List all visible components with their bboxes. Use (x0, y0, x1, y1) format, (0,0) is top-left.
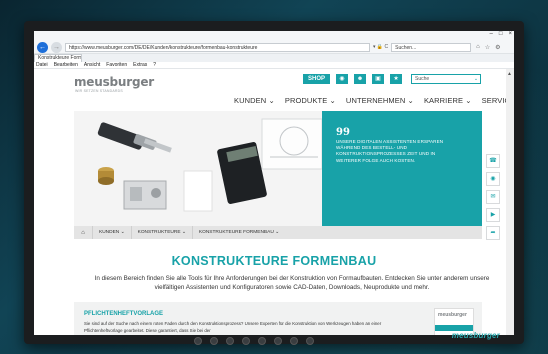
browser-search-input[interactable]: Suchen... (391, 42, 472, 52)
cart-icon[interactable]: ▣ (372, 74, 385, 84)
nav-item-unternehmen[interactable]: UNTERNEHMEN ⌄ (346, 96, 414, 105)
thumbnail-logo: meusburger (438, 312, 467, 318)
minimize-button[interactable]: – (490, 31, 493, 37)
menu-item-help[interactable]: ? (153, 62, 156, 68)
breadcrumb-item-kunden[interactable]: KUNDEN ⌄ (92, 226, 131, 239)
address-bar-row: ← → https://www.meusburger.com/DE/DE/Kun… (34, 41, 514, 54)
shop-button[interactable]: SHOP (303, 74, 331, 84)
monitor-frame: – □ × ← → https://www.meusburger.com/DE/… (24, 21, 524, 345)
nav-item-produkte[interactable]: PRODUKTE ⌄ (285, 96, 336, 105)
site-logo[interactable]: meusburger (74, 75, 154, 89)
chevron-down-icon: ⌄ (473, 76, 479, 82)
monitor-button[interactable] (226, 337, 234, 345)
menu-item-view[interactable]: Ansicht (84, 62, 100, 68)
mail-icon[interactable]: ✉ (486, 190, 500, 204)
browser-tab[interactable]: Konstrukteure Formenbau (34, 54, 82, 62)
nav-item-karriere[interactable]: KARRIERE ⌄ (424, 96, 472, 105)
page-scrollbar[interactable]: ▲ (506, 69, 514, 335)
hero-banner: 99 UNSERE DIGITALEN ASSISTENTEN ERSPAREN… (74, 111, 482, 226)
menu-item-favorites[interactable]: Favoriten (106, 62, 127, 68)
hero-quote-text: UNSERE DIGITALEN ASSISTENTEN ERSPAREN WÄ… (336, 139, 444, 163)
header-tools: SHOP ◉ ☻ ▣ ★ Suche ⌄ (303, 74, 482, 84)
scroll-up-icon[interactable]: ▲ (507, 71, 512, 77)
hero-quote-panel: 99 UNSERE DIGITALEN ASSISTENTEN ERSPAREN… (322, 111, 482, 226)
page-title: KONSTRUKTEURE FORMENBAU (171, 254, 377, 268)
site-search-placeholder: Suche (415, 76, 430, 82)
site-search-input[interactable]: Suche ⌄ (411, 74, 482, 84)
home-icon[interactable]: ⌂ (476, 44, 480, 50)
forward-arrow-icon[interactable]: → (51, 41, 62, 53)
share-icon[interactable]: ➦ (486, 226, 500, 240)
maximize-button[interactable]: □ (499, 31, 503, 37)
card-title: PFLICHTENHEFTVORLAGE (84, 311, 163, 317)
monitor-button[interactable] (258, 337, 266, 345)
paper-sheet-image (183, 170, 213, 212)
phone-icon[interactable]: ☎ (486, 154, 500, 168)
url-actions[interactable]: ▾ 🔒 C (373, 44, 388, 50)
site-tagline: WIR SETZEN STANDARDS (75, 89, 123, 93)
breadcrumb: ⌂ KUNDEN ⌄ KONSTRUKTEURE ⌄ KONSTRUKTEURE… (74, 226, 482, 239)
bushing-image (98, 167, 114, 185)
menu-item-file[interactable]: Datei (36, 62, 48, 68)
monitor-button[interactable] (290, 337, 298, 345)
monitor-button[interactable] (242, 337, 250, 345)
video-icon[interactable]: ▶ (486, 208, 500, 222)
monitor-button[interactable] (194, 337, 202, 345)
tab-bar: Konstrukteure Formenbau (34, 54, 514, 62)
favorites-star-icon[interactable]: ☆ (485, 44, 490, 51)
monitor-button[interactable] (274, 337, 282, 345)
window-controls: – □ × (490, 31, 512, 37)
side-toolbar: ☎ ◉ ✉ ▶ ➦ (486, 154, 500, 240)
menu-item-tools[interactable]: Extras (133, 62, 147, 68)
user-icon[interactable]: ☻ (354, 74, 367, 84)
pflichtenheft-card[interactable]: PFLICHTENHEFTVORLAGE Sie sind auf der Su… (74, 302, 482, 335)
location-icon[interactable]: ◉ (486, 172, 500, 186)
web-page: meusburger WIR SETZEN STANDARDS SHOP ◉ ☻… (34, 69, 514, 335)
menu-item-edit[interactable]: Bearbeiten (54, 62, 78, 68)
menu-bar: Datei Bearbeiten Ansicht Favoriten Extra… (34, 62, 514, 69)
monitor-buttons (194, 337, 314, 345)
quote-icon: 99 (336, 127, 350, 138)
monitor-button[interactable] (210, 337, 218, 345)
monitor-button[interactable] (306, 337, 314, 345)
technical-drawing-image (261, 118, 322, 170)
nav-item-kunden[interactable]: KUNDEN ⌄ (234, 96, 275, 105)
window-titlebar: – □ × (34, 31, 514, 41)
back-arrow-icon[interactable]: ← (37, 41, 48, 53)
monitor-brand-logo: meusburger (451, 331, 500, 340)
globe-icon[interactable]: ◉ (336, 74, 349, 84)
home-icon[interactable]: ⌂ (74, 230, 92, 236)
browser-window: – □ × ← → https://www.meusburger.com/DE/… (34, 31, 514, 335)
card-text: Sie sind auf der Suche nach einem roten … (84, 321, 382, 333)
tag-icon[interactable]: ★ (390, 74, 403, 84)
breadcrumb-item-formenbau[interactable]: KONSTRUKTEURE FORMENBAU ⌄ (191, 226, 285, 239)
settings-gear-icon[interactable]: ⚙ (495, 44, 500, 51)
main-navigation: KUNDEN ⌄ PRODUKTE ⌄ UNTERNEHMEN ⌄ KARRIE… (234, 96, 514, 105)
breadcrumb-item-konstrukteure[interactable]: KONSTRUKTEURE ⌄ (130, 226, 192, 239)
intro-text: In diesem Bereich finden Sie alle Tools … (94, 275, 490, 291)
hero-product-image (74, 111, 322, 226)
close-button[interactable]: × (508, 31, 512, 37)
url-field[interactable]: https://www.meusburger.com/DE/DE/Kunden/… (65, 42, 370, 52)
mold-plate-image (123, 180, 167, 210)
